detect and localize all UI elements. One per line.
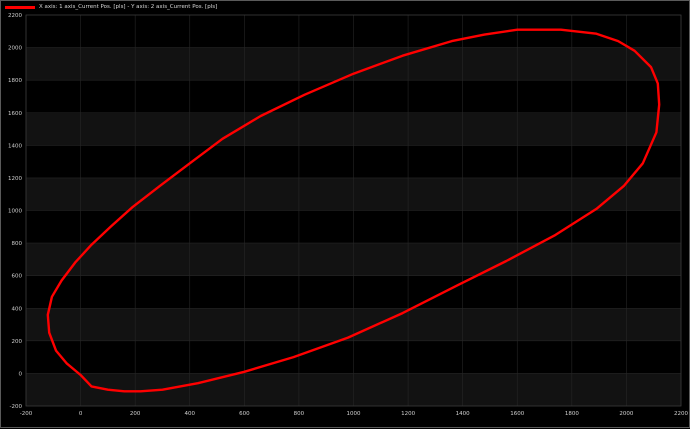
x-tick-label: 1000 <box>347 411 361 417</box>
y-tick-label: 2200 <box>8 13 22 19</box>
x-tick-label: 2200 <box>674 411 688 417</box>
y-tick-label: 1400 <box>8 143 22 149</box>
y-tick-label: 800 <box>12 241 23 247</box>
y-tick-labels: -200 0 200 400 600 800 1000 1200 1400 1600 1800 200… <box>8 13 23 410</box>
y-tick-label: 1200 <box>8 176 22 182</box>
y-tick-label: -200 <box>10 404 23 410</box>
legend: X axis: 1 axis_Current Pos. [pls] - Y ax… <box>5 2 217 12</box>
x-tick-label: 1800 <box>565 411 579 417</box>
y-tick-label: 1600 <box>8 111 22 117</box>
x-tick-label: 0 <box>79 411 83 417</box>
x-tick-labels: -200 0 200 400 600 800 1000 1200 1400 1600 1800 200… <box>20 411 689 417</box>
x-tick-label: -200 <box>20 411 33 417</box>
x-tick-label: 1600 <box>510 411 524 417</box>
y-tick-label: 2000 <box>8 46 22 52</box>
x-tick-label: 1400 <box>456 411 470 417</box>
y-tick-label: 1800 <box>8 78 22 84</box>
y-tick-label: 200 <box>12 339 23 345</box>
x-tick-label: 600 <box>239 411 250 417</box>
x-tick-label: 400 <box>185 411 196 417</box>
y-tick-label: 0 <box>19 371 23 377</box>
chart-frame: -200 0 200 400 600 800 1000 1200 1400 1600 1800 200… <box>0 0 690 428</box>
y-tick-label: 1000 <box>8 209 22 215</box>
x-tick-label: 800 <box>294 411 305 417</box>
legend-label: X axis: 1 axis_Current Pos. [pls] - Y ax… <box>39 4 218 10</box>
x-tick-label: 1200 <box>401 411 415 417</box>
y-tick-label: 400 <box>12 306 23 312</box>
x-tick-label: 200 <box>130 411 141 417</box>
y-tick-label: 600 <box>12 274 23 280</box>
legend-swatch <box>5 5 35 9</box>
x-tick-label: 2000 <box>619 411 633 417</box>
chart-plot: -200 0 200 400 600 800 1000 1200 1400 1600 1800 200… <box>8 13 689 417</box>
